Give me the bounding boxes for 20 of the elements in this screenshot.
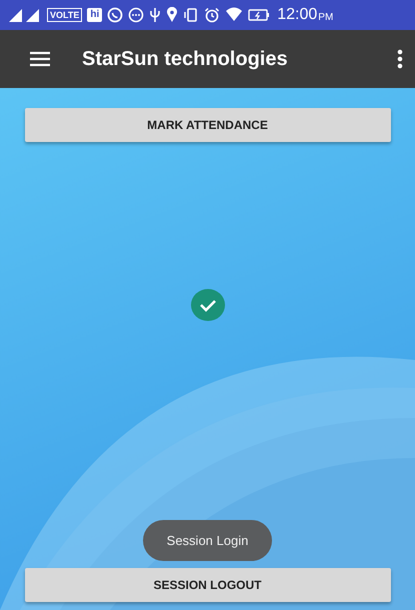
more-icon[interactable] <box>397 49 403 69</box>
mark-attendance-button[interactable]: MARK ATTENDANCE <box>24 108 390 142</box>
network-badge: VOLTE <box>47 8 82 22</box>
app-title: StarSun technologies <box>82 48 289 70</box>
usb-icon <box>149 7 162 23</box>
chat-icon <box>107 7 124 23</box>
check-icon <box>190 289 224 321</box>
app-badge: hi <box>87 8 102 22</box>
time-suffix: PM <box>318 12 334 22</box>
toast-message: Session Login <box>142 520 272 561</box>
battery-icon <box>248 8 270 22</box>
wifi-icon <box>225 7 244 23</box>
session-logout-button[interactable]: SESSION LOGOUT <box>24 568 390 602</box>
menu-icon[interactable] <box>30 51 50 67</box>
alarm-icon <box>204 7 220 23</box>
message-icon <box>128 7 144 23</box>
status-time: 12:00 <box>277 6 318 24</box>
location-icon <box>166 7 178 23</box>
vibrate-icon <box>183 7 200 23</box>
signal-icon <box>8 7 42 23</box>
